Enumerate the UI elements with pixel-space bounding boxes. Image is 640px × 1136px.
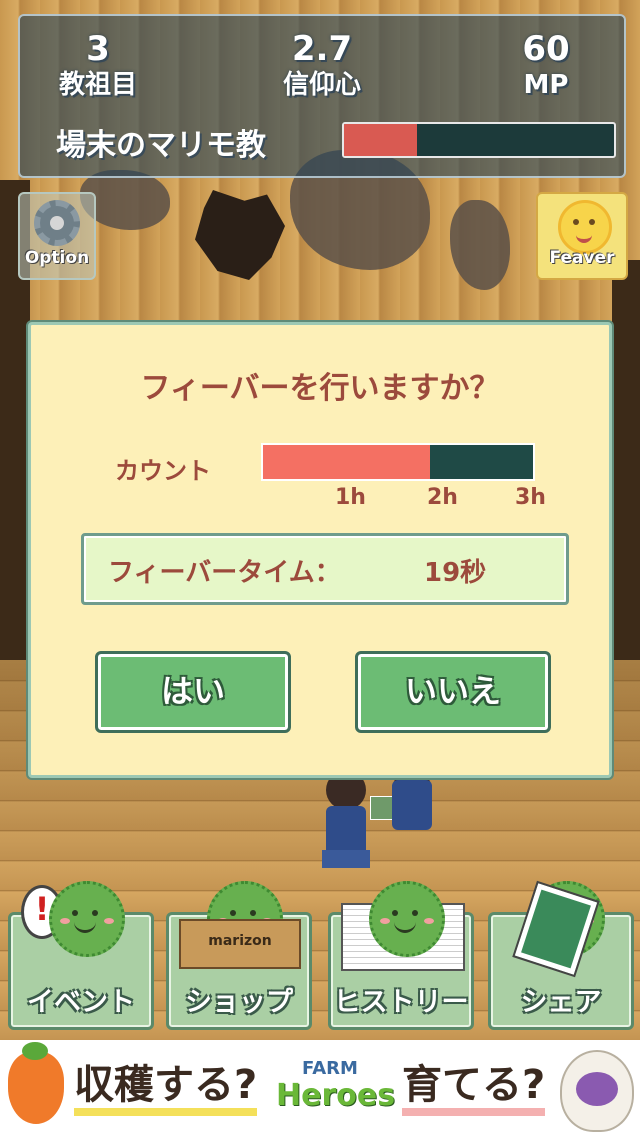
feaver-button[interactable]: Feaver [536,192,628,280]
mp-value: 60 [522,29,570,69]
count-label: カウント [115,457,211,485]
generation-label: 教祖目 [58,70,137,100]
box-text: marizon [208,933,272,949]
box-icon: marizon [179,919,301,969]
shop-button[interactable]: marizon ショップ [166,881,312,1030]
gear-icon [34,200,80,246]
wall-stain [450,200,510,290]
fever-time-label: フィーバータイム： [108,558,341,588]
feaver-label: Feaver [549,248,615,268]
share-label: シェア [520,987,602,1018]
mp-stat: 60 MP [476,30,616,102]
mp-label: MP [523,70,569,100]
faith-label: 信仰心 [282,70,361,100]
option-label: Option [24,248,90,268]
carrot-character-icon [8,1042,64,1124]
tick-label-1h: 1h [335,485,366,510]
egg-character-icon [560,1050,634,1132]
faith-progress-bar [342,122,616,158]
faith-stat: 2.7 信仰心 [252,30,392,102]
ad-banner[interactable]: 収穫する? FARM Heroes 育てる? [0,1040,640,1136]
ad-left-text: 収穫する? [74,1062,258,1116]
marimo-mascot-icon [369,881,445,957]
share-button[interactable]: シェア [488,880,634,1030]
tick-label-2h: 2h [427,485,458,510]
option-button[interactable]: Option [18,192,96,280]
generation-stat: 3 教祖目 [28,30,168,102]
event-button[interactable]: ! イベント [8,881,154,1030]
yes-button[interactable]: はい [95,651,291,733]
history-label: ヒストリー [333,987,469,1018]
sun-face-icon [558,200,612,254]
fever-time-value: 19秒 [424,558,487,588]
generation-value: 3 [86,29,110,69]
marimo-mascot-icon [49,881,125,957]
tick-label-3h: 3h [515,485,546,510]
ad-right-text: 育てる? [402,1062,546,1116]
count-progress-bar [261,443,535,481]
event-label: イベント [27,987,135,1018]
history-button[interactable]: ヒストリー [328,881,474,1030]
status-panel: 3 教祖目 2.7 信仰心 60 MP 場末のマリモ教 [18,14,626,178]
ad-brand-top: FARM [302,1058,358,1079]
wall-hole [195,190,285,280]
fever-time-box: フィーバータイム： 19秒 [81,533,569,605]
wall-shadow-right [612,260,640,660]
count-progress-fill [263,445,431,479]
dialog-title: フィーバーを行いますか？ [140,371,500,406]
religion-name: 場末のマリモ教 [56,128,266,163]
ad-brand-bottom: Heroes [276,1078,396,1113]
no-button[interactable]: いいえ [355,651,551,733]
fever-confirm-dialog: フィーバーを行いますか？ カウント 1h 2h 3h フィーバータイム： 19秒… [28,322,612,778]
faith-value: 2.7 [291,29,353,69]
shop-label: ショップ [185,987,293,1018]
faith-progress-fill [344,124,417,156]
